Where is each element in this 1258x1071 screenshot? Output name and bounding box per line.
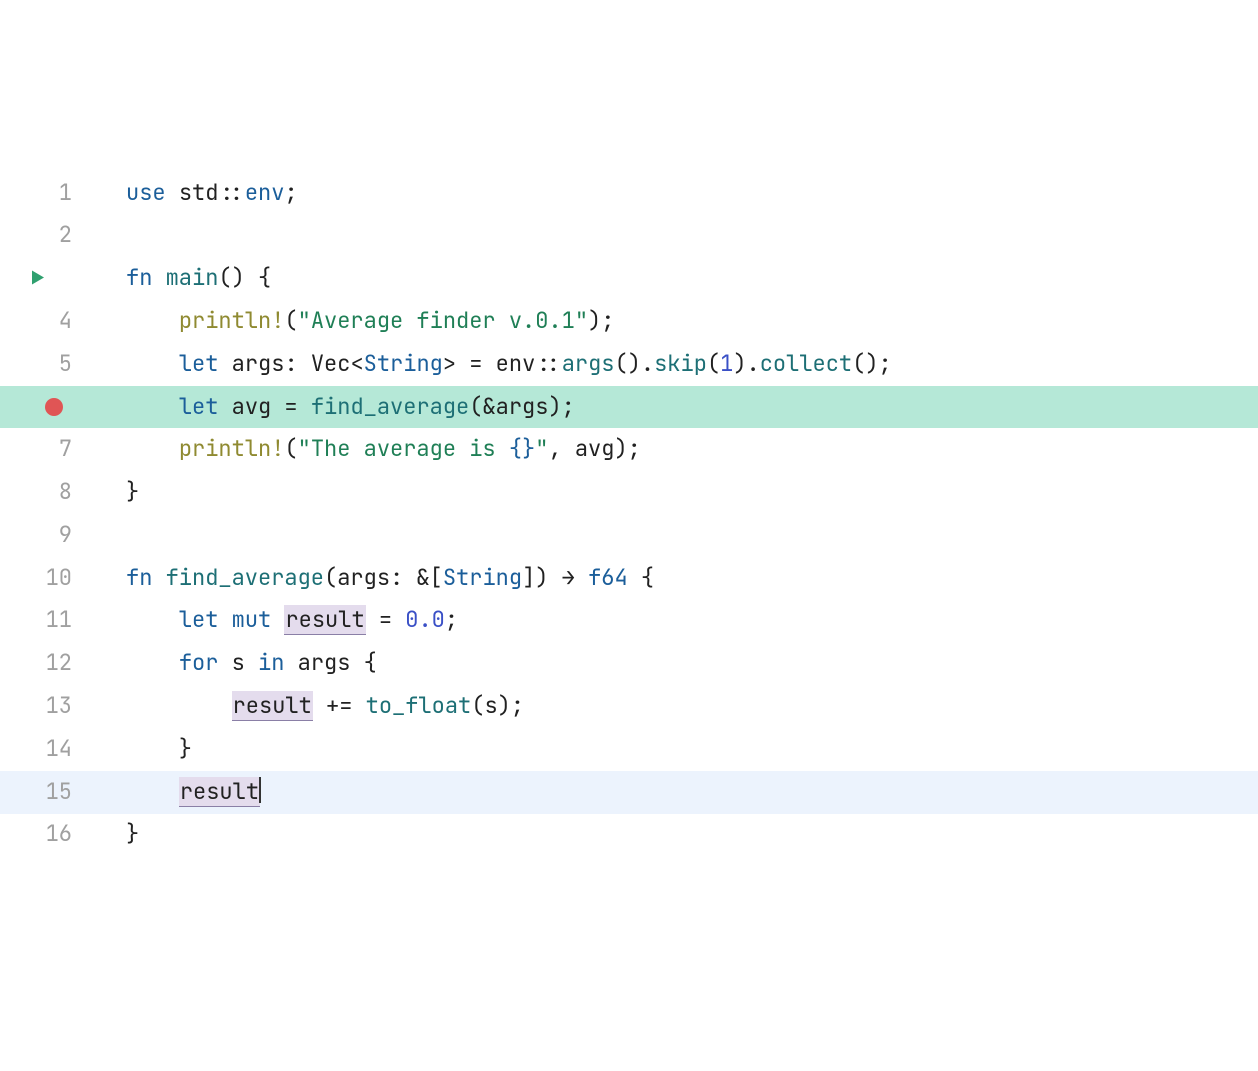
format-placeholder: {}	[509, 434, 535, 463]
ident-avg: avg	[232, 392, 272, 421]
ident-s: s	[232, 648, 245, 677]
fn-to-float: to_float	[366, 691, 472, 720]
ident-s: s	[484, 691, 497, 720]
code-content[interactable]: fn main() {	[110, 257, 271, 300]
line-number: 8	[0, 471, 110, 514]
fn-main: main	[166, 263, 219, 292]
keyword-let: let	[179, 349, 219, 378]
line-number: 16	[0, 813, 110, 856]
code-line[interactable]: 8 }	[0, 471, 1258, 514]
breakpoint-icon[interactable]	[45, 398, 63, 416]
code-line[interactable]: 7 println!("The average is {}", avg);	[0, 428, 1258, 471]
line-number: 11	[0, 599, 110, 642]
code-line[interactable]: 10 fn find_average(args: &[String]) → f6…	[0, 557, 1258, 600]
type-vec: Vec	[311, 349, 351, 378]
code-line-current[interactable]: 15 result	[0, 771, 1258, 814]
code-line[interactable]: fn main() {	[0, 257, 1258, 300]
ident-result-highlight: result	[179, 777, 260, 807]
code-editor[interactable]: 1 use std::env; 2 fn main() { 4 println!…	[0, 172, 1258, 857]
ident-result-highlight: result	[284, 605, 365, 635]
code-content[interactable]: result	[110, 771, 261, 814]
line-number: 12	[0, 642, 110, 685]
code-line-execution[interactable]: let avg = find_average(&args);	[0, 386, 1258, 429]
code-line[interactable]: 2	[0, 214, 1258, 257]
code-line[interactable]: 4 println!("Average finder v.0.1");	[0, 300, 1258, 343]
code-content[interactable]: let args: Vec<String> = env::args().skip…	[110, 343, 892, 386]
code-line[interactable]: 12 for s in args {	[0, 642, 1258, 685]
code-line[interactable]: 16 }	[0, 814, 1258, 857]
fn-skip: skip	[654, 349, 707, 378]
keyword-let: let	[179, 392, 219, 421]
code-content[interactable]: }	[110, 471, 139, 514]
code-content[interactable]: println!("Average finder v.0.1");	[110, 300, 614, 343]
type-string: String	[364, 349, 443, 378]
text-caret	[259, 777, 261, 803]
ident-args: args	[232, 349, 285, 378]
line-number: 7	[0, 428, 110, 471]
line-number: 9	[0, 514, 110, 557]
run-icon[interactable]	[30, 257, 46, 300]
code-line[interactable]: 1 use std::env;	[0, 172, 1258, 215]
ident-result-highlight: result	[232, 691, 313, 721]
code-content[interactable]: let mut result = 0.0;	[110, 599, 458, 642]
code-content[interactable]: let avg = find_average(&args);	[110, 386, 575, 429]
fn-collect: collect	[760, 349, 852, 378]
number-1: 1	[720, 349, 733, 378]
ident-args: args	[337, 563, 390, 592]
code-line[interactable]: 5 let args: Vec<String> = env::args().sk…	[0, 343, 1258, 386]
macro-println: println!	[179, 434, 285, 463]
code-content[interactable]: for s in args {	[110, 642, 377, 685]
ident-std: std	[179, 178, 219, 207]
code-content[interactable]: }	[110, 728, 192, 771]
code-content[interactable]: use std::env;	[110, 172, 298, 215]
keyword-in: in	[258, 648, 284, 677]
ident-args: args	[298, 648, 351, 677]
keyword-use: use	[126, 178, 166, 207]
line-number: 14	[0, 728, 110, 771]
macro-println: println!	[179, 306, 285, 335]
ident-avg: avg	[575, 434, 615, 463]
code-line[interactable]: 13 result += to_float(s);	[0, 685, 1258, 728]
code-line[interactable]: 11 let mut result = 0.0;	[0, 600, 1258, 643]
line-number: 10	[0, 557, 110, 600]
keyword-let: let	[179, 605, 219, 634]
code-content[interactable]: result += to_float(s);	[110, 685, 524, 728]
line-number: 13	[0, 685, 110, 728]
keyword-fn: fn	[126, 563, 152, 592]
module-env: env	[245, 178, 285, 207]
fn-env-args: args	[562, 349, 615, 378]
code-content[interactable]: println!("The average is {}", avg);	[110, 428, 641, 471]
fn-find-average-def: find_average	[166, 563, 324, 592]
code-line[interactable]: 14 }	[0, 728, 1258, 771]
ident-args: args	[496, 392, 549, 421]
line-number: 15	[0, 771, 110, 814]
code-line[interactable]: 9	[0, 514, 1258, 557]
path-env: env	[496, 349, 536, 378]
keyword-fn: fn	[126, 263, 152, 292]
code-content[interactable]: }	[110, 813, 139, 856]
keyword-for: for	[179, 648, 219, 677]
string-literal: "The average is	[298, 434, 509, 463]
string-literal: "	[535, 434, 548, 463]
arrow-return: →	[562, 563, 575, 592]
fn-find-average: find_average	[311, 392, 469, 421]
type-f64: f64	[588, 563, 628, 592]
string-literal: "Average finder v.0.1"	[298, 306, 588, 335]
keyword-mut: mut	[232, 605, 272, 634]
number-0: 0.0	[405, 605, 445, 634]
code-content[interactable]: fn find_average(args: &[String]) → f64 {	[110, 557, 654, 600]
type-string: String	[443, 563, 522, 592]
